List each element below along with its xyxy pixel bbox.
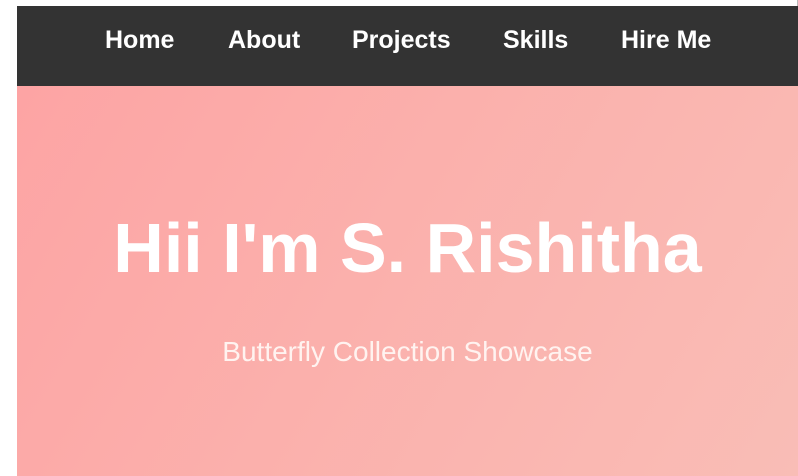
hero-title: Hii I'm S. Rishitha — [113, 209, 702, 287]
nav-item-projects[interactable]: Projects — [352, 24, 451, 56]
hero-subtitle: Butterfly Collection Showcase — [222, 336, 593, 367]
hero-section: Hii I'm S. Rishitha Butterfly Collection… — [17, 86, 798, 476]
nav-item-home[interactable]: Home — [105, 24, 174, 56]
nav-item-about[interactable]: About — [228, 24, 300, 56]
nav-item-skills[interactable]: Skills — [503, 24, 568, 56]
top-navbar: Home About Projects Skills Hire Me — [17, 6, 798, 86]
nav-item-hire-me[interactable]: Hire Me — [621, 24, 711, 56]
page-viewport: Home About Projects Skills Hire Me Hii I… — [17, 6, 798, 476]
